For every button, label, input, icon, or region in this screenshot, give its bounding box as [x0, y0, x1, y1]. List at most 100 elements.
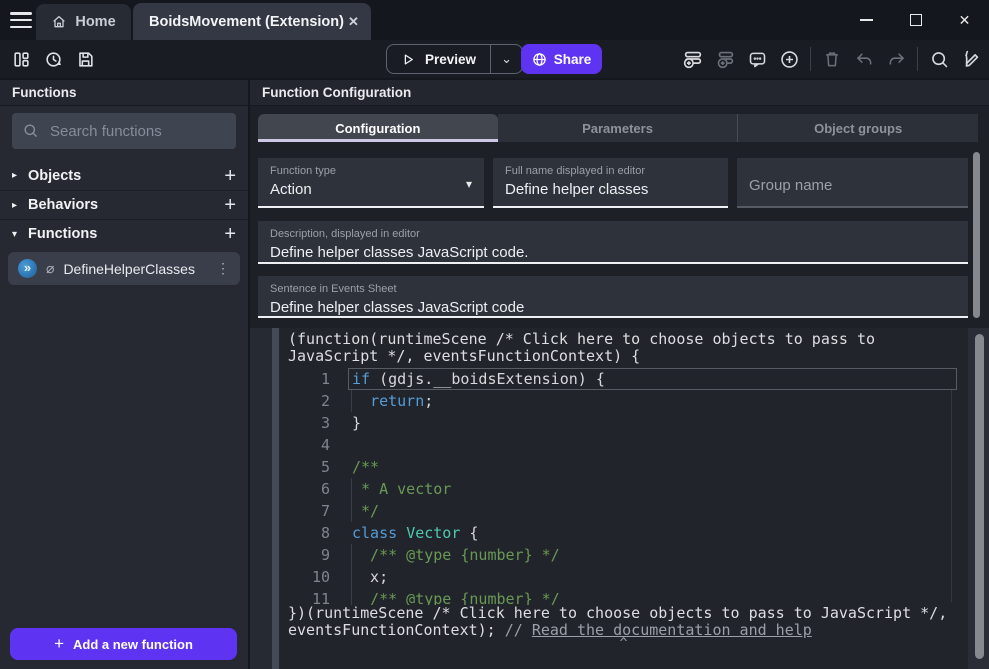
share-button[interactable]: Share: [521, 44, 602, 74]
indent-guide: [351, 478, 352, 500]
chevron-down-icon[interactable]: ▾: [12, 229, 28, 240]
tab-object-groups[interactable]: Object groups: [737, 114, 978, 142]
search-icon[interactable]: [928, 49, 950, 70]
full-name-field[interactable]: Full name displayed in editor Define hel…: [493, 158, 728, 208]
sidebar-sections: ▸ Objects + ▸ Behaviors + ▾ Functions + …: [0, 161, 248, 285]
collapse-caret-icon[interactable]: ^: [279, 636, 968, 651]
function-icon: »: [18, 259, 37, 278]
code-text: if (gdjs.__boidsExtension) {: [330, 370, 605, 388]
sidebar-item-functions[interactable]: ▾ Functions +: [0, 219, 248, 248]
javascript-code-editor[interactable]: (function(runtimeScene /* Click here to …: [279, 328, 968, 669]
maximize-button[interactable]: [891, 0, 940, 40]
close-button[interactable]: ✕: [940, 0, 989, 40]
indent-guide: [351, 544, 352, 566]
code-line-5[interactable]: 5/**: [279, 456, 968, 478]
minimize-button[interactable]: [842, 0, 891, 40]
code-line-4[interactable]: 4: [279, 434, 968, 456]
layout-panels-icon[interactable]: [12, 50, 31, 69]
code-wrapper-header[interactable]: (function(runtimeScene /* Click here to …: [279, 328, 968, 365]
dropdown-caret-icon: ▾: [466, 177, 472, 191]
add-function-button[interactable]: +: [224, 224, 236, 244]
indent-guide: [351, 390, 352, 412]
code-text: * A vector: [330, 480, 451, 498]
item-menu-icon[interactable]: ⋮: [216, 260, 230, 277]
group-name-field[interactable]: Group name: [737, 158, 968, 208]
toolbar: Preview ⌄ Share: [0, 40, 989, 78]
line-number: 1: [279, 370, 330, 388]
code-line-1[interactable]: 1if (gdjs.__boidsExtension) {: [279, 368, 968, 390]
preview-dropdown-button[interactable]: ⌄: [491, 45, 522, 73]
home-icon: [51, 14, 67, 30]
chevron-right-icon[interactable]: ▸: [12, 170, 28, 181]
panel-resize-handle[interactable]: [272, 328, 279, 669]
description-field[interactable]: Description, displayed in editor Define …: [258, 221, 968, 264]
titlebar: Home BoidsMovement (Extension) ✕ ✕: [0, 0, 989, 40]
search-functions-input[interactable]: [12, 113, 236, 149]
divider: [810, 47, 811, 71]
globe-icon: [532, 52, 547, 67]
config-header: Function Configuration: [250, 80, 989, 106]
line-number: 7: [279, 502, 330, 520]
preview-button[interactable]: Preview: [387, 45, 490, 73]
preview-label: Preview: [425, 52, 476, 67]
chevron-right-icon[interactable]: ▸: [12, 200, 28, 211]
undo-icon[interactable]: [853, 49, 875, 70]
tab-home[interactable]: Home: [36, 4, 131, 40]
preview-button-group: Preview ⌄: [386, 44, 523, 74]
line-number: 4: [279, 436, 330, 454]
play-icon: [401, 52, 416, 67]
add-object-button[interactable]: +: [224, 166, 236, 186]
tab-close-icon[interactable]: ✕: [344, 12, 363, 32]
line-number: 2: [279, 392, 330, 410]
add-comment-icon[interactable]: [746, 49, 768, 70]
add-circle-icon[interactable]: [778, 49, 800, 70]
line-number: 5: [279, 458, 330, 476]
code-line-3[interactable]: 3}: [279, 412, 968, 434]
sentence-field[interactable]: Sentence in Events Sheet Define helper c…: [258, 276, 968, 318]
function-item-definehelperclasses[interactable]: » ⌀ DefineHelperClasses ⋮: [8, 252, 240, 285]
line-number: 6: [279, 480, 330, 498]
add-sub-event-icon[interactable]: [714, 48, 736, 70]
code-line-8[interactable]: 8class Vector {: [279, 522, 968, 544]
code-line-9[interactable]: 9 /** @type {number} */: [279, 544, 968, 566]
editor-guide-line: [951, 390, 952, 602]
save-icon[interactable]: [76, 50, 95, 69]
chevron-down-icon: ⌄: [501, 51, 512, 67]
delete-icon[interactable]: [821, 49, 843, 69]
code-line-6[interactable]: 6 * A vector: [279, 478, 968, 500]
menu-icon[interactable]: [10, 12, 32, 28]
divider: [917, 47, 918, 71]
code-lines: 1if (gdjs.__boidsExtension) {2 return;3}…: [279, 368, 968, 610]
code-scrollbar[interactable]: [975, 334, 984, 659]
tab-configuration[interactable]: Configuration: [258, 114, 498, 142]
edit-properties-icon[interactable]: [960, 48, 982, 70]
code-text: /**: [330, 458, 379, 476]
function-configuration-panel: Function Configuration Configuration Par…: [250, 80, 989, 669]
tab-parameters[interactable]: Parameters: [498, 114, 738, 142]
code-line-2[interactable]: 2 return;: [279, 390, 968, 412]
tab-boidsmovement[interactable]: BoidsMovement (Extension) ✕: [133, 3, 371, 40]
tab-home-label: Home: [75, 14, 115, 30]
line-number: 10: [279, 568, 330, 586]
code-text: x;: [330, 568, 388, 586]
line-number: 3: [279, 414, 330, 432]
redo-icon[interactable]: [885, 49, 907, 70]
code-line-7[interactable]: 7 */: [279, 500, 968, 522]
code-text: class Vector {: [330, 524, 478, 542]
code-line-10[interactable]: 10 x;: [279, 566, 968, 588]
config-scrollbar[interactable]: [973, 152, 980, 318]
function-type-select[interactable]: Function type Action ▾: [258, 158, 484, 208]
add-new-function-button[interactable]: + Add a new function: [10, 628, 237, 660]
sidebar-item-behaviors[interactable]: ▸ Behaviors +: [0, 190, 248, 219]
add-event-icon[interactable]: [682, 48, 704, 70]
add-behavior-button[interactable]: +: [224, 195, 236, 215]
indent-guide: [351, 500, 352, 522]
sidebar-title: Functions: [12, 85, 77, 100]
version-history-icon[interactable]: [44, 50, 63, 69]
line-number: 8: [279, 524, 330, 542]
window-controls: ✕: [842, 0, 989, 40]
line-number: 9: [279, 546, 330, 564]
config-tabbar: Configuration Parameters Object groups: [258, 114, 978, 142]
code-left-margin: [250, 328, 272, 669]
sidebar-item-objects[interactable]: ▸ Objects +: [0, 161, 248, 190]
